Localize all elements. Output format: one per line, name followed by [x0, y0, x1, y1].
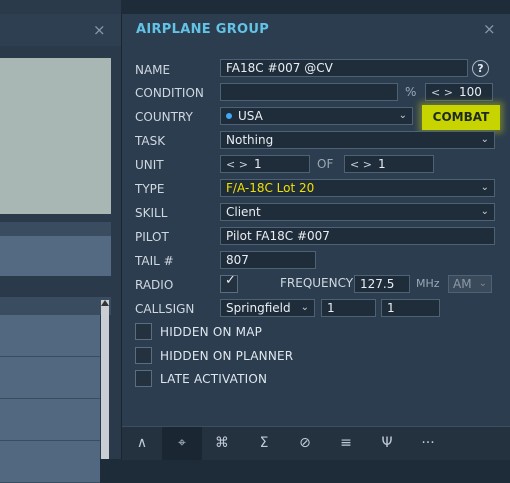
preview-area — [0, 58, 111, 214]
route-icon[interactable]: ∧ — [122, 427, 162, 460]
failures-icon[interactable]: ⊘ — [285, 427, 325, 460]
late-activation-label: LATE ACTIVATION — [160, 372, 268, 386]
country-value: USA — [238, 109, 263, 123]
unit-value: 1 — [253, 157, 262, 171]
task-value: Nothing — [226, 133, 274, 147]
left-row[interactable] — [0, 236, 111, 276]
help-icon[interactable]: ? — [472, 60, 489, 77]
radio-presets-icon[interactable]: Ψ — [367, 427, 407, 460]
unit-spinner[interactable]: < > 1 — [220, 155, 310, 173]
properties-icon[interactable]: ≡ — [326, 427, 366, 460]
left-list — [0, 315, 100, 483]
callsign-member-field[interactable]: 1 — [381, 299, 440, 317]
close-icon[interactable]: × — [483, 20, 496, 38]
list-item[interactable] — [0, 315, 100, 357]
chevron-down-icon: ⌄ — [300, 302, 309, 313]
hidden-on-map-label: HIDDEN ON MAP — [160, 325, 263, 339]
country-select[interactable]: USA ⌄ — [220, 107, 413, 125]
unit-total-spinner[interactable]: < > 1 — [344, 155, 434, 173]
panel-toolbar: ∧ ⌖ ⌘ Σ ⊘ ≡ Ψ ··· — [122, 426, 510, 460]
task-select[interactable]: Nothing ⌄ — [220, 131, 495, 149]
type-label: TYPE — [135, 182, 165, 196]
skill-select[interactable]: Client ⌄ — [220, 203, 495, 221]
payload-icon[interactable]: ⌖ — [162, 427, 202, 460]
chevron-down-icon: ⌄ — [480, 206, 489, 217]
callsign-value: Springfield — [226, 301, 291, 315]
condition-field[interactable] — [220, 83, 398, 101]
airplane-group-panel: AIRPLANE GROUP × NAME FA18C #007 @CV ? C… — [121, 14, 510, 460]
name-label: NAME — [135, 63, 171, 77]
chevron-down-icon: ⌄ — [398, 110, 407, 121]
list-item[interactable] — [0, 357, 100, 399]
scrollbar[interactable] — [101, 300, 109, 459]
chevron-down-icon: ⌄ — [478, 278, 487, 289]
tail-number-field[interactable]: 807 — [220, 251, 316, 269]
type-select[interactable]: F/A-18C Lot 20 ⌄ — [220, 179, 495, 197]
spinner-arrows-icon[interactable]: < > — [226, 158, 248, 171]
country-label: COUNTRY — [135, 110, 193, 124]
hidden-on-planner-checkbox[interactable] — [135, 347, 152, 364]
of-label: OF — [317, 157, 334, 171]
frequency-label: FREQUENCY — [280, 276, 354, 290]
modulation-value: AM — [453, 277, 472, 291]
skill-label: SKILL — [135, 206, 168, 220]
task-label: TASK — [135, 134, 166, 148]
condition-percent-value: 100 — [458, 85, 482, 99]
name-field[interactable]: FA18C #007 @CV — [220, 59, 468, 77]
left-list-header — [0, 297, 111, 315]
spinner-arrows-icon[interactable]: < > — [431, 86, 453, 99]
left-close-icon[interactable]: × — [93, 20, 106, 40]
panel-title: AIRPLANE GROUP — [136, 22, 270, 37]
spinner-arrows-icon[interactable]: < > — [350, 158, 372, 171]
list-item[interactable] — [0, 399, 100, 441]
more-icon[interactable]: ··· — [408, 427, 448, 460]
pilot-label: PILOT — [135, 230, 169, 244]
frequency-field[interactable]: 127.5 — [354, 275, 410, 293]
type-value: F/A-18C Lot 20 — [226, 181, 315, 195]
mhz-label: MHz — [416, 277, 440, 290]
chevron-down-icon: ⌄ — [480, 134, 489, 145]
unit-label: UNIT — [135, 158, 164, 172]
hidden-on-planner-label: HIDDEN ON PLANNER — [160, 349, 294, 363]
background-panel: × — [0, 0, 121, 483]
callsign-label: CALLSIGN — [135, 302, 195, 316]
checkmark-icon: ✓ — [225, 273, 236, 288]
left-divider — [0, 222, 111, 236]
list-item[interactable] — [0, 441, 100, 483]
summary-icon[interactable]: Σ — [244, 427, 284, 460]
percent-label: % — [405, 85, 417, 99]
combat-button[interactable]: COMBAT — [422, 105, 500, 130]
callsign-select[interactable]: Springfield ⌄ — [220, 299, 315, 317]
triggered-actions-icon[interactable]: ⌘ — [202, 427, 242, 460]
pilot-field[interactable]: Pilot FA18C #007 — [220, 227, 495, 245]
callsign-group-field[interactable]: 1 — [321, 299, 376, 317]
chevron-down-icon: ⌄ — [480, 182, 489, 193]
modulation-select[interactable]: AM ⌄ — [448, 275, 492, 293]
tail-label: TAIL # — [135, 254, 174, 268]
radio-checkbox[interactable]: ✓ — [220, 273, 238, 293]
country-dot-icon — [226, 113, 232, 119]
late-activation-checkbox[interactable] — [135, 370, 152, 387]
skill-value: Client — [226, 205, 261, 219]
unit-total-value: 1 — [377, 157, 386, 171]
hidden-on-map-checkbox[interactable] — [135, 323, 152, 340]
radio-label: RADIO — [135, 278, 174, 292]
condition-percent-spinner[interactable]: < > 100 — [425, 83, 493, 101]
condition-label: CONDITION — [135, 86, 204, 100]
